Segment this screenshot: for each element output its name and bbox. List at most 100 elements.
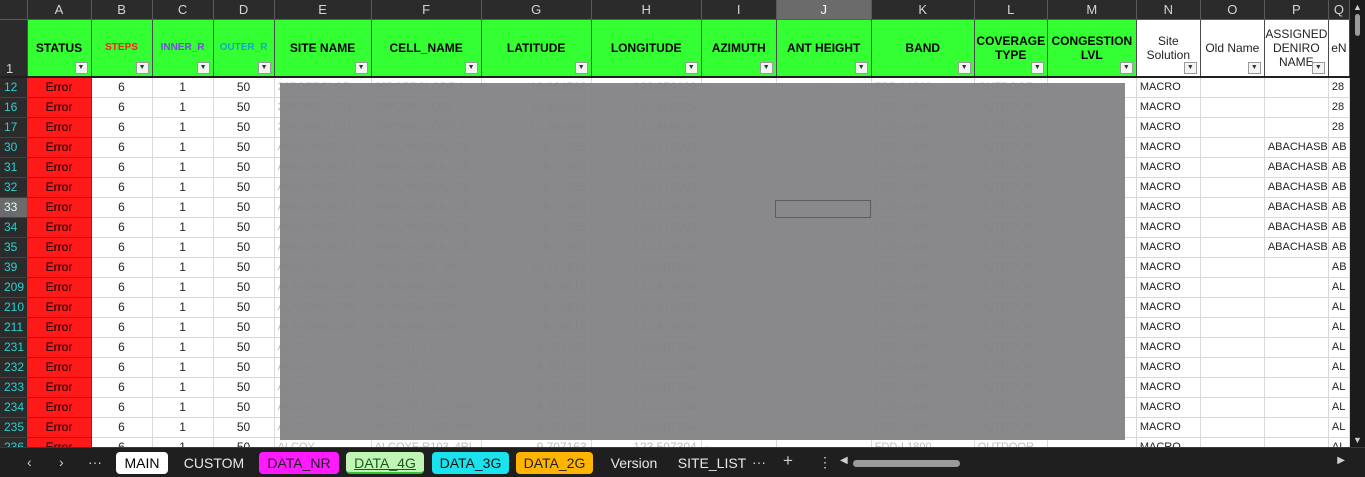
header-coverage-type[interactable]: COVERAGE TYPE ▼ — [974, 19, 1048, 78]
inner-r-cell[interactable]: 1 — [152, 417, 214, 438]
filter-dropdown-icon[interactable]: ▼ — [1119, 62, 1133, 74]
steps-cell[interactable]: 6 — [91, 217, 153, 238]
steps-cell[interactable]: 6 — [91, 137, 153, 158]
header-azimuth[interactable]: AZIMUTH ▼ — [701, 19, 777, 78]
site-solution-cell[interactable]: MACRO — [1136, 217, 1201, 238]
row-number[interactable]: 32 — [0, 177, 28, 198]
column-letter-selected[interactable]: J — [776, 0, 872, 20]
q-partial-cell[interactable]: AL — [1328, 277, 1350, 298]
q-partial-cell[interactable]: AB — [1328, 217, 1350, 238]
inner-r-cell[interactable]: 1 — [152, 97, 214, 118]
scroll-left-icon[interactable]: ◀ — [840, 455, 848, 466]
site-solution-cell[interactable]: MACRO — [1136, 337, 1201, 358]
old-name-cell[interactable] — [1200, 337, 1265, 358]
inner-r-cell[interactable]: 1 — [152, 137, 214, 158]
filter-dropdown-icon[interactable]: ▼ — [257, 62, 271, 74]
old-name-cell[interactable] — [1200, 397, 1265, 418]
more-sheets-left-icon[interactable]: ··· — [88, 454, 102, 470]
row-number[interactable]: 1 — [0, 19, 28, 78]
row-number[interactable]: 234 — [0, 397, 28, 418]
status-cell[interactable]: Error — [27, 337, 92, 358]
row-number[interactable]: 34 — [0, 217, 28, 238]
header-status[interactable]: STATUS ▼ — [27, 19, 92, 78]
filter-dropdown-icon[interactable]: ▼ — [574, 62, 588, 74]
site-solution-cell[interactable]: MACRO — [1136, 437, 1201, 447]
status-cell[interactable]: Error — [27, 377, 92, 398]
q-partial-cell[interactable]: AL — [1328, 337, 1350, 358]
tab-version[interactable]: Version — [602, 452, 666, 474]
row-number[interactable]: 33 — [0, 197, 28, 218]
header-inner-r[interactable]: INNER_R ▼ — [152, 19, 214, 78]
site-solution-cell[interactable]: MACRO — [1136, 177, 1201, 198]
filter-dropdown-icon[interactable]: ▼ — [354, 62, 368, 74]
assigned-deniro-name-cell[interactable] — [1264, 357, 1329, 378]
old-name-cell[interactable] — [1200, 117, 1265, 138]
assigned-deniro-name-cell[interactable] — [1264, 297, 1329, 318]
assigned-deniro-name-cell[interactable]: ABACHASBU — [1264, 157, 1329, 178]
filter-dropdown-icon[interactable]: ▼ — [1183, 62, 1197, 74]
status-cell[interactable]: Error — [27, 177, 92, 198]
q-partial-cell[interactable]: 28 — [1328, 77, 1350, 98]
assigned-deniro-name-cell[interactable]: ABACHASBU — [1264, 137, 1329, 158]
header-steps[interactable]: STEPS ▼ — [91, 19, 153, 78]
site-solution-cell[interactable]: MACRO — [1136, 397, 1201, 418]
row-number[interactable]: 233 — [0, 377, 28, 398]
outer-r-cell[interactable]: 50 — [213, 317, 275, 338]
site-solution-cell[interactable]: MACRO — [1136, 257, 1201, 278]
inner-r-cell[interactable]: 1 — [152, 377, 214, 398]
site-solution-cell[interactable]: MACRO — [1136, 137, 1201, 158]
status-cell[interactable]: Error — [27, 397, 92, 418]
tab-data-4g[interactable]: DATA_4G — [346, 452, 424, 474]
vertical-scrollbar[interactable]: ▲ ▼ — [1350, 0, 1365, 447]
assigned-deniro-name-cell[interactable] — [1264, 257, 1329, 278]
assigned-deniro-name-cell[interactable] — [1264, 77, 1329, 98]
header-q-partial[interactable]: eN — [1328, 19, 1350, 78]
column-letter[interactable]: E — [274, 0, 372, 20]
old-name-cell[interactable] — [1200, 437, 1265, 447]
inner-r-cell[interactable]: 1 — [152, 437, 214, 447]
q-partial-cell[interactable]: AL — [1328, 297, 1350, 318]
header-ant-height[interactable]: ANT HEIGHT ▼ — [776, 19, 872, 78]
row-number[interactable]: 235 — [0, 417, 28, 438]
next-sheet-icon[interactable]: › — [59, 454, 64, 470]
steps-cell[interactable]: 6 — [91, 237, 153, 258]
outer-r-cell[interactable]: 50 — [213, 357, 275, 378]
steps-cell[interactable]: 6 — [91, 277, 153, 298]
assigned-deniro-name-cell[interactable] — [1264, 397, 1329, 418]
filter-dropdown-icon[interactable]: ▼ — [957, 62, 971, 74]
inner-r-cell[interactable]: 1 — [152, 397, 214, 418]
site-solution-cell[interactable]: MACRO — [1136, 297, 1201, 318]
status-cell[interactable]: Error — [27, 97, 92, 118]
old-name-cell[interactable] — [1200, 417, 1265, 438]
header-congestion-lvl[interactable]: CONGESTION LVL ▼ — [1047, 19, 1137, 78]
tab-custom[interactable]: CUSTOM — [178, 452, 250, 474]
steps-cell[interactable]: 6 — [91, 417, 153, 438]
column-letter[interactable]: B — [91, 0, 153, 20]
outer-r-cell[interactable]: 50 — [213, 297, 275, 318]
tab-data-nr[interactable]: DATA_NR — [259, 452, 339, 474]
q-partial-cell[interactable]: AB — [1328, 157, 1350, 178]
assigned-deniro-name-cell[interactable] — [1264, 317, 1329, 338]
column-letter[interactable]: K — [871, 0, 975, 20]
status-cell[interactable]: Error — [27, 217, 92, 238]
outer-r-cell[interactable]: 50 — [213, 97, 275, 118]
q-partial-cell[interactable]: AL — [1328, 417, 1350, 438]
site-solution-cell[interactable]: MACRO — [1136, 357, 1201, 378]
old-name-cell[interactable] — [1200, 157, 1265, 178]
filter-dropdown-icon[interactable]: ▼ — [1311, 62, 1325, 74]
status-cell[interactable]: Error — [27, 357, 92, 378]
assigned-deniro-name-cell[interactable] — [1264, 117, 1329, 138]
status-cell[interactable]: Error — [27, 137, 92, 158]
assigned-deniro-name-cell[interactable]: ABACHASBU — [1264, 237, 1329, 258]
column-letter[interactable]: D — [213, 0, 275, 20]
inner-r-cell[interactable]: 1 — [152, 317, 214, 338]
header-site-solution[interactable]: Site Solution ▼ — [1136, 19, 1201, 78]
select-all-corner[interactable] — [0, 0, 28, 20]
assigned-deniro-name-cell[interactable] — [1264, 277, 1329, 298]
site-solution-cell[interactable]: MACRO — [1136, 157, 1201, 178]
outer-r-cell[interactable]: 50 — [213, 157, 275, 178]
filter-dropdown-icon[interactable]: ▼ — [759, 62, 773, 74]
q-partial-cell[interactable]: AB — [1328, 137, 1350, 158]
status-cell[interactable]: Error — [27, 417, 92, 438]
row-number[interactable]: 210 — [0, 297, 28, 318]
